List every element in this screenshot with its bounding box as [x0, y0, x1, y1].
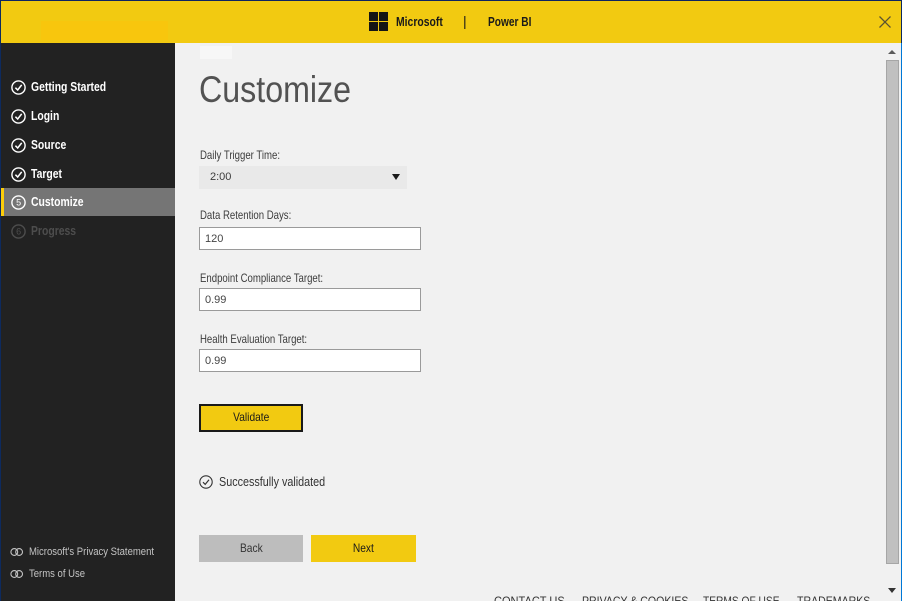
svg-text:6: 6 — [16, 226, 21, 236]
svg-text:5: 5 — [16, 197, 21, 207]
